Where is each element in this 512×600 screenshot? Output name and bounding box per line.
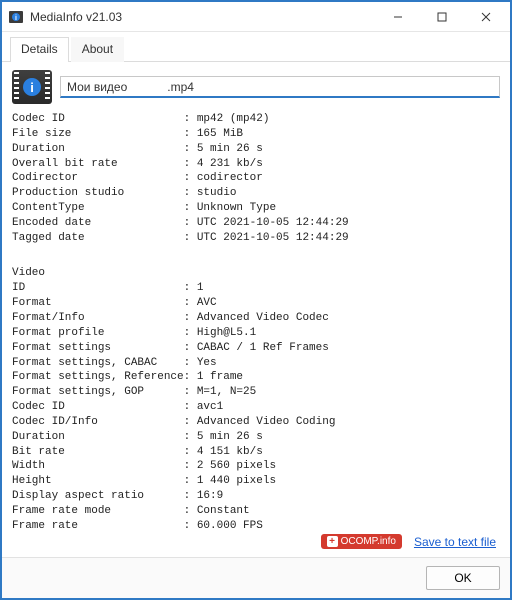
- detail-row: Format settings, GOP : M=1, N=25: [12, 385, 494, 400]
- detail-row: Width : 2 560 pixels: [12, 459, 494, 474]
- file-row: i: [12, 70, 500, 104]
- app-icon: i: [8, 9, 24, 25]
- info-badge-icon: i: [23, 78, 41, 96]
- detail-row: Overall bit rate : 4 231 kb/s: [12, 157, 494, 172]
- titlebar: i MediaInfo v21.03: [2, 2, 510, 32]
- detail-row: ContentType : Unknown Type: [12, 201, 494, 216]
- detail-row: ID : 1: [12, 281, 494, 296]
- detail-row: File size : 165 MiB: [12, 127, 494, 142]
- detail-row: Format profile : High@L5.1: [12, 326, 494, 341]
- window-controls: [376, 3, 508, 31]
- detail-row: Codirector : codirector: [12, 171, 494, 186]
- detail-row: Frame rate : 60.000 FPS: [12, 519, 494, 530]
- button-bar: OK: [2, 557, 510, 598]
- detail-row: Codec ID : avc1: [12, 400, 494, 415]
- detail-row: Tagged date : UTC 2021-10-05 12:44:29: [12, 231, 494, 246]
- maximize-icon: [437, 12, 447, 22]
- detail-row: Format : AVC: [12, 296, 494, 311]
- detail-row: Height : 1 440 pixels: [12, 474, 494, 489]
- tab-bar: Details About: [2, 32, 510, 62]
- section-label: Video: [12, 266, 494, 281]
- minimize-button[interactable]: [376, 3, 420, 31]
- maximize-button[interactable]: [420, 3, 464, 31]
- tab-details[interactable]: Details: [10, 37, 69, 62]
- ocomp-badge: + OCOMP.info: [321, 534, 402, 549]
- detail-row: Codec ID : mp42 (mp42): [12, 112, 494, 127]
- badge-text: OCOMP.info: [341, 536, 396, 547]
- minimize-icon: [393, 12, 403, 22]
- detail-row: Format settings, Reference: 1 frame: [12, 370, 494, 385]
- close-icon: [481, 12, 491, 22]
- detail-row: Format settings, CABAC : Yes: [12, 356, 494, 371]
- detail-row: Format settings : CABAC / 1 Ref Frames: [12, 341, 494, 356]
- close-button[interactable]: [464, 3, 508, 31]
- detail-row: Duration : 5 min 26 s: [12, 142, 494, 157]
- window-title: MediaInfo v21.03: [30, 10, 376, 24]
- detail-row: Bit rate : 4 151 kb/s: [12, 445, 494, 460]
- save-to-text-link[interactable]: Save to text file: [414, 535, 496, 549]
- detail-row: Display aspect ratio : 16:9: [12, 489, 494, 504]
- media-file-icon[interactable]: i: [12, 70, 52, 104]
- blank-row: [12, 246, 494, 261]
- detail-row: Production studio : studio: [12, 186, 494, 201]
- detail-row: Duration : 5 min 26 s: [12, 430, 494, 445]
- content-area: i Codec ID : mp42 (mp42)File size : 165 …: [2, 62, 510, 557]
- detail-row: Frame rate mode : Constant: [12, 504, 494, 519]
- svg-text:i: i: [15, 15, 17, 22]
- filename-input[interactable]: [60, 76, 500, 98]
- detail-row: Codec ID/Info : Advanced Video Coding: [12, 415, 494, 430]
- tab-about[interactable]: About: [71, 37, 124, 62]
- footer-links: + OCOMP.info Save to text file: [12, 530, 500, 551]
- app-window: i MediaInfo v21.03 Details About i: [0, 0, 512, 600]
- detail-row: Format/Info : Advanced Video Codec: [12, 311, 494, 326]
- ok-button[interactable]: OK: [426, 566, 500, 590]
- details-pane[interactable]: Codec ID : mp42 (mp42)File size : 165 Mi…: [12, 112, 500, 530]
- plus-icon: +: [327, 536, 338, 547]
- detail-row: Encoded date : UTC 2021-10-05 12:44:29: [12, 216, 494, 231]
